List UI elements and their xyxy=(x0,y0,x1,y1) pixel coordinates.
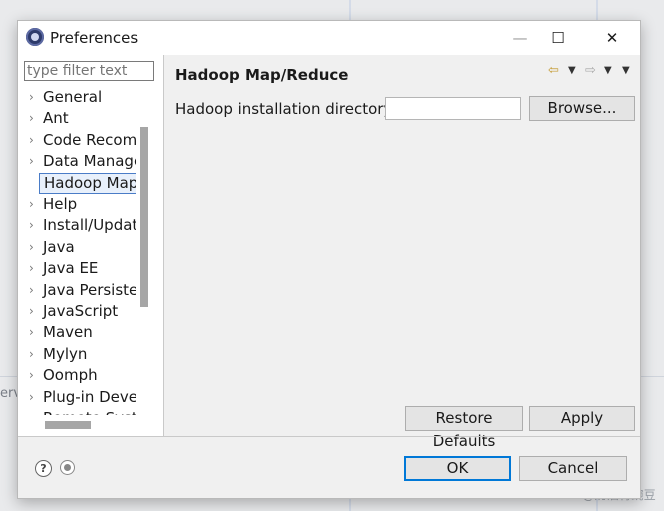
forward-history-dropdown-icon[interactable]: ▼ xyxy=(604,65,612,76)
chevron-right-icon[interactable]: › xyxy=(29,130,34,151)
tree-item-label: Ant xyxy=(43,109,69,128)
chevron-right-icon[interactable]: › xyxy=(29,365,34,386)
browse-button[interactable]: Browse... xyxy=(529,96,635,121)
tree-item-label: Code Recomr xyxy=(43,130,136,149)
chevron-right-icon[interactable]: › xyxy=(29,322,34,343)
tree-item[interactable]: › Oomph xyxy=(18,365,136,386)
tree-vertical-scrollbar[interactable] xyxy=(140,127,148,307)
tree-item[interactable]: › Java xyxy=(18,237,136,258)
chevron-right-icon[interactable]: › xyxy=(29,151,34,172)
chevron-right-icon[interactable]: › xyxy=(29,215,34,236)
window-title: Preferences xyxy=(50,29,139,47)
tree-item[interactable]: › Install/Update xyxy=(18,215,136,236)
install-directory-label: Hadoop installation directory: xyxy=(175,100,397,118)
tree-item-label: Data Manage xyxy=(43,152,136,171)
filter-input[interactable] xyxy=(24,61,154,81)
restore-defaults-button[interactable]: Restore Defaults xyxy=(405,406,523,450)
tree-item-label: Install/Update xyxy=(43,216,136,235)
tree-item[interactable]: › Help xyxy=(18,194,136,215)
install-directory-input[interactable] xyxy=(385,97,521,120)
preference-tree-pane: › General › Ant › Code Recomr › Data ManageHado… xyxy=(18,55,163,436)
chevron-right-icon[interactable]: › xyxy=(29,194,34,215)
eclipse-app-icon xyxy=(26,28,44,46)
tree-item[interactable]: › Java EE xyxy=(18,258,136,279)
tree-item-label: Remote Syst xyxy=(43,408,136,415)
view-menu-icon[interactable]: ▼ xyxy=(622,65,630,76)
help-icon[interactable]: ? xyxy=(35,460,52,477)
tree-item-label: Java Persisten xyxy=(43,280,136,299)
chevron-right-icon[interactable]: › xyxy=(29,280,34,301)
ok-button[interactable]: OK xyxy=(404,456,511,481)
tree-item-label: Hadoop Map, xyxy=(39,172,136,194)
forward-arrow-icon[interactable]: ⇨ xyxy=(585,63,596,78)
tree-item[interactable]: › Code Recomr xyxy=(18,130,136,151)
chevron-right-icon[interactable]: › xyxy=(29,108,34,129)
tree-item-label: Java EE xyxy=(43,259,99,278)
tree-item[interactable]: › General xyxy=(18,87,136,108)
tree-item-label: Mylyn xyxy=(43,344,88,363)
record-macro-icon[interactable] xyxy=(60,460,75,475)
chevron-right-icon[interactable]: › xyxy=(29,237,34,258)
chevron-right-icon[interactable]: › xyxy=(29,301,34,322)
chevron-right-icon[interactable]: › xyxy=(29,387,34,408)
tree-item[interactable]: › Plug-in Devel xyxy=(18,387,136,408)
page-title: Hadoop Map/Reduce xyxy=(175,66,349,84)
tree-horizontal-scrollbar[interactable] xyxy=(45,421,91,429)
tree-item-label: General xyxy=(43,88,103,106)
preference-tree: › General › Ant › Code Recomr › Data Manage Hado… xyxy=(18,87,136,415)
tree-item[interactable]: › Mylyn xyxy=(18,344,136,365)
tree-item-label: Java xyxy=(43,237,75,256)
back-arrow-icon[interactable]: ⇦ xyxy=(548,63,559,78)
pane-divider[interactable] xyxy=(163,55,164,436)
chevron-right-icon[interactable]: › xyxy=(29,258,34,279)
tree-item-label: Maven xyxy=(43,323,93,342)
close-button[interactable]: ✕ xyxy=(588,21,636,55)
chevron-right-icon[interactable]: › xyxy=(29,87,34,108)
chevron-right-icon[interactable]: › xyxy=(29,408,34,415)
tree-item[interactable]: Hadoop Map, xyxy=(18,172,136,194)
back-history-dropdown-icon[interactable]: ▼ xyxy=(568,65,576,76)
maximize-button[interactable]: ☐ xyxy=(534,21,582,55)
chevron-right-icon[interactable]: › xyxy=(29,344,34,365)
preferences-dialog: Preferences — ☐ ✕ › General › Ant › Code Reco… xyxy=(17,20,641,499)
tree-item[interactable]: › JavaScript xyxy=(18,301,136,322)
cancel-button[interactable]: Cancel xyxy=(519,456,627,481)
tree-item[interactable]: › Data Manage xyxy=(18,151,136,172)
apply-button[interactable]: Apply xyxy=(529,406,635,431)
tree-item-label: Oomph xyxy=(43,366,98,385)
tree-item[interactable]: › Java Persisten xyxy=(18,280,136,301)
tree-item-label: JavaScript xyxy=(43,302,119,320)
title-bar: Preferences — ☐ ✕ xyxy=(18,21,640,55)
tree-item[interactable]: › Remote Syst xyxy=(18,408,136,415)
tree-item-label: Help xyxy=(43,195,78,213)
tree-item[interactable]: › Maven xyxy=(18,322,136,343)
tree-item[interactable]: › Ant xyxy=(18,108,136,129)
footer-divider xyxy=(18,436,640,437)
tree-item-label: Plug-in Devel xyxy=(43,387,136,406)
